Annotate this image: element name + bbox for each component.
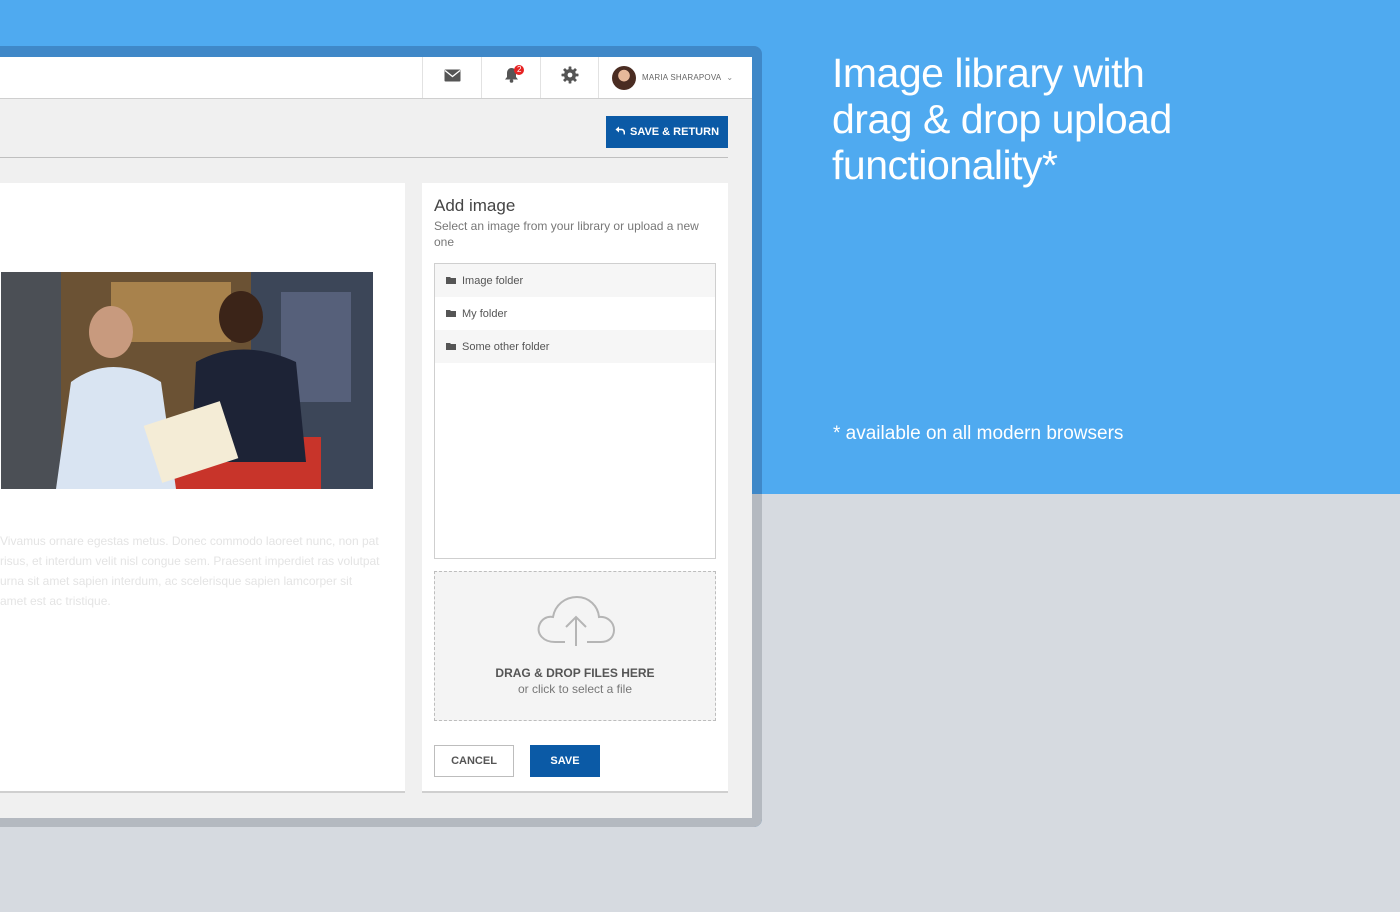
cloud-upload-icon <box>535 594 617 653</box>
article-image[interactable] <box>1 272 373 489</box>
save-button[interactable]: SAVE <box>530 745 600 777</box>
return-arrow-icon <box>615 126 626 138</box>
marketing-footnote: * available on all modern browsers <box>833 423 1124 444</box>
notification-badge: 2 <box>514 65 525 75</box>
settings-button[interactable] <box>540 57 599 98</box>
avatar <box>612 65 636 90</box>
user-menu[interactable]: MARIA SHARAPOVA ⌄ <box>598 57 752 98</box>
content-card: Vivamus ornare egestas metus. Donec comm… <box>0 183 405 793</box>
chevron-down-icon: ⌄ <box>726 73 734 82</box>
folder-icon <box>446 341 456 353</box>
upload-dropzone[interactable]: DRAG & DROP FILES HERE or click to selec… <box>434 571 716 721</box>
mail-icon <box>444 69 461 87</box>
folder-label: My folder <box>462 307 508 320</box>
folder-label: Image folder <box>462 274 524 287</box>
top-bar: 2 MARIA SHARAPOVA ⌄ <box>0 57 752 99</box>
headline-line-3: functionality* <box>832 142 1058 188</box>
add-image-panel: Add image Select an image from your libr… <box>422 183 728 793</box>
save-return-button[interactable]: SAVE & RETURN <box>606 116 728 148</box>
folder-item[interactable]: Some other folder <box>435 330 715 363</box>
folder-icon <box>446 308 456 320</box>
folder-item[interactable]: Image folder <box>435 264 715 297</box>
article-body-text: Vivamus ornare egestas metus. Donec comm… <box>0 534 380 608</box>
marketing-headline: Image library with drag & drop upload fu… <box>832 50 1352 188</box>
headline-line-2: drag & drop upload <box>832 96 1172 142</box>
notifications-button[interactable]: 2 <box>481 57 540 98</box>
toolbar-divider <box>0 157 728 158</box>
save-return-label: SAVE & RETURN <box>629 126 720 138</box>
panel-title: Add image <box>434 196 516 215</box>
headline-line-1: Image library with <box>832 50 1145 96</box>
gear-icon <box>561 66 579 89</box>
folder-list: Image folder My folder Some other folder <box>434 263 716 559</box>
cancel-button[interactable]: CANCEL <box>434 745 514 777</box>
dropzone-title: DRAG & DROP FILES HERE <box>495 666 655 680</box>
mail-button[interactable] <box>422 57 481 98</box>
folder-label: Some other folder <box>462 340 550 353</box>
user-name: MARIA SHARAPOVA <box>642 73 722 82</box>
dropzone-subtitle: or click to select a file <box>517 682 633 696</box>
app-screen: 2 MARIA SHARAPOVA ⌄ SAVE & RETURN Vivamu… <box>0 57 752 818</box>
folder-icon <box>446 275 456 287</box>
panel-subtitle: Select an image from your library or upl… <box>434 219 699 249</box>
folder-item[interactable]: My folder <box>435 297 715 330</box>
